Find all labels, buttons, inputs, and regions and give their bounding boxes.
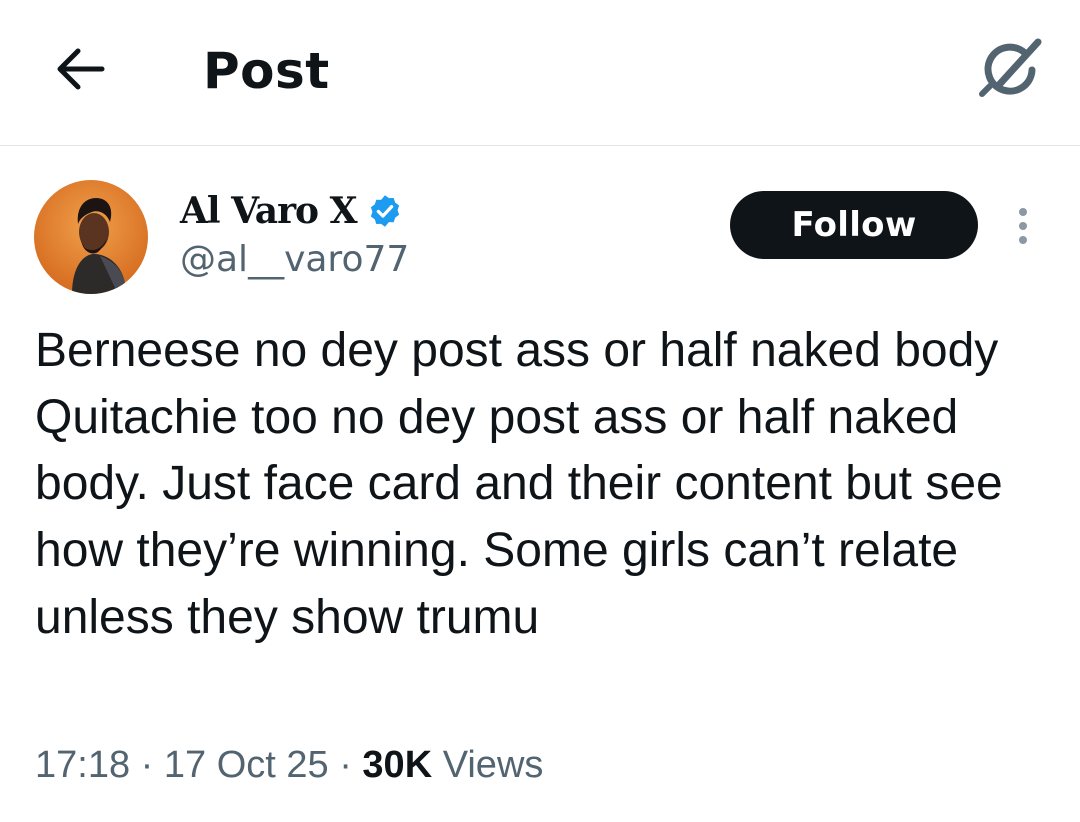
meta-separator: ·: [339, 744, 352, 786]
author-name-row[interactable]: Al Varo X: [180, 186, 403, 236]
more-vertical-icon: [1019, 208, 1027, 216]
meta-separator: ·: [140, 744, 154, 786]
post-date[interactable]: 17 Oct 25: [164, 744, 329, 786]
top-app-bar: Post: [0, 0, 1080, 146]
more-options-button[interactable]: [1005, 203, 1041, 249]
post-text: Berneese no dey post ass or half naked b…: [35, 324, 1003, 644]
back-button[interactable]: [50, 40, 108, 98]
views-count: 30K: [362, 744, 433, 786]
page-title: Post: [203, 42, 330, 100]
avatar[interactable]: [34, 180, 148, 294]
views-label: Views: [442, 744, 544, 786]
verified-badge-icon: [367, 193, 403, 229]
author-display-name[interactable]: Al Varo X: [180, 190, 358, 232]
post-meta: 17:18 · 17 Oct 25 · 30K Views: [35, 740, 543, 790]
post-time[interactable]: 17:18: [35, 744, 130, 786]
follow-button[interactable]: Follow: [730, 191, 978, 259]
grok-button[interactable]: [973, 34, 1049, 100]
grok-icon: [979, 38, 1042, 97]
arrow-left-icon: [57, 48, 105, 90]
author-handle[interactable]: @al__varo77: [180, 236, 409, 284]
